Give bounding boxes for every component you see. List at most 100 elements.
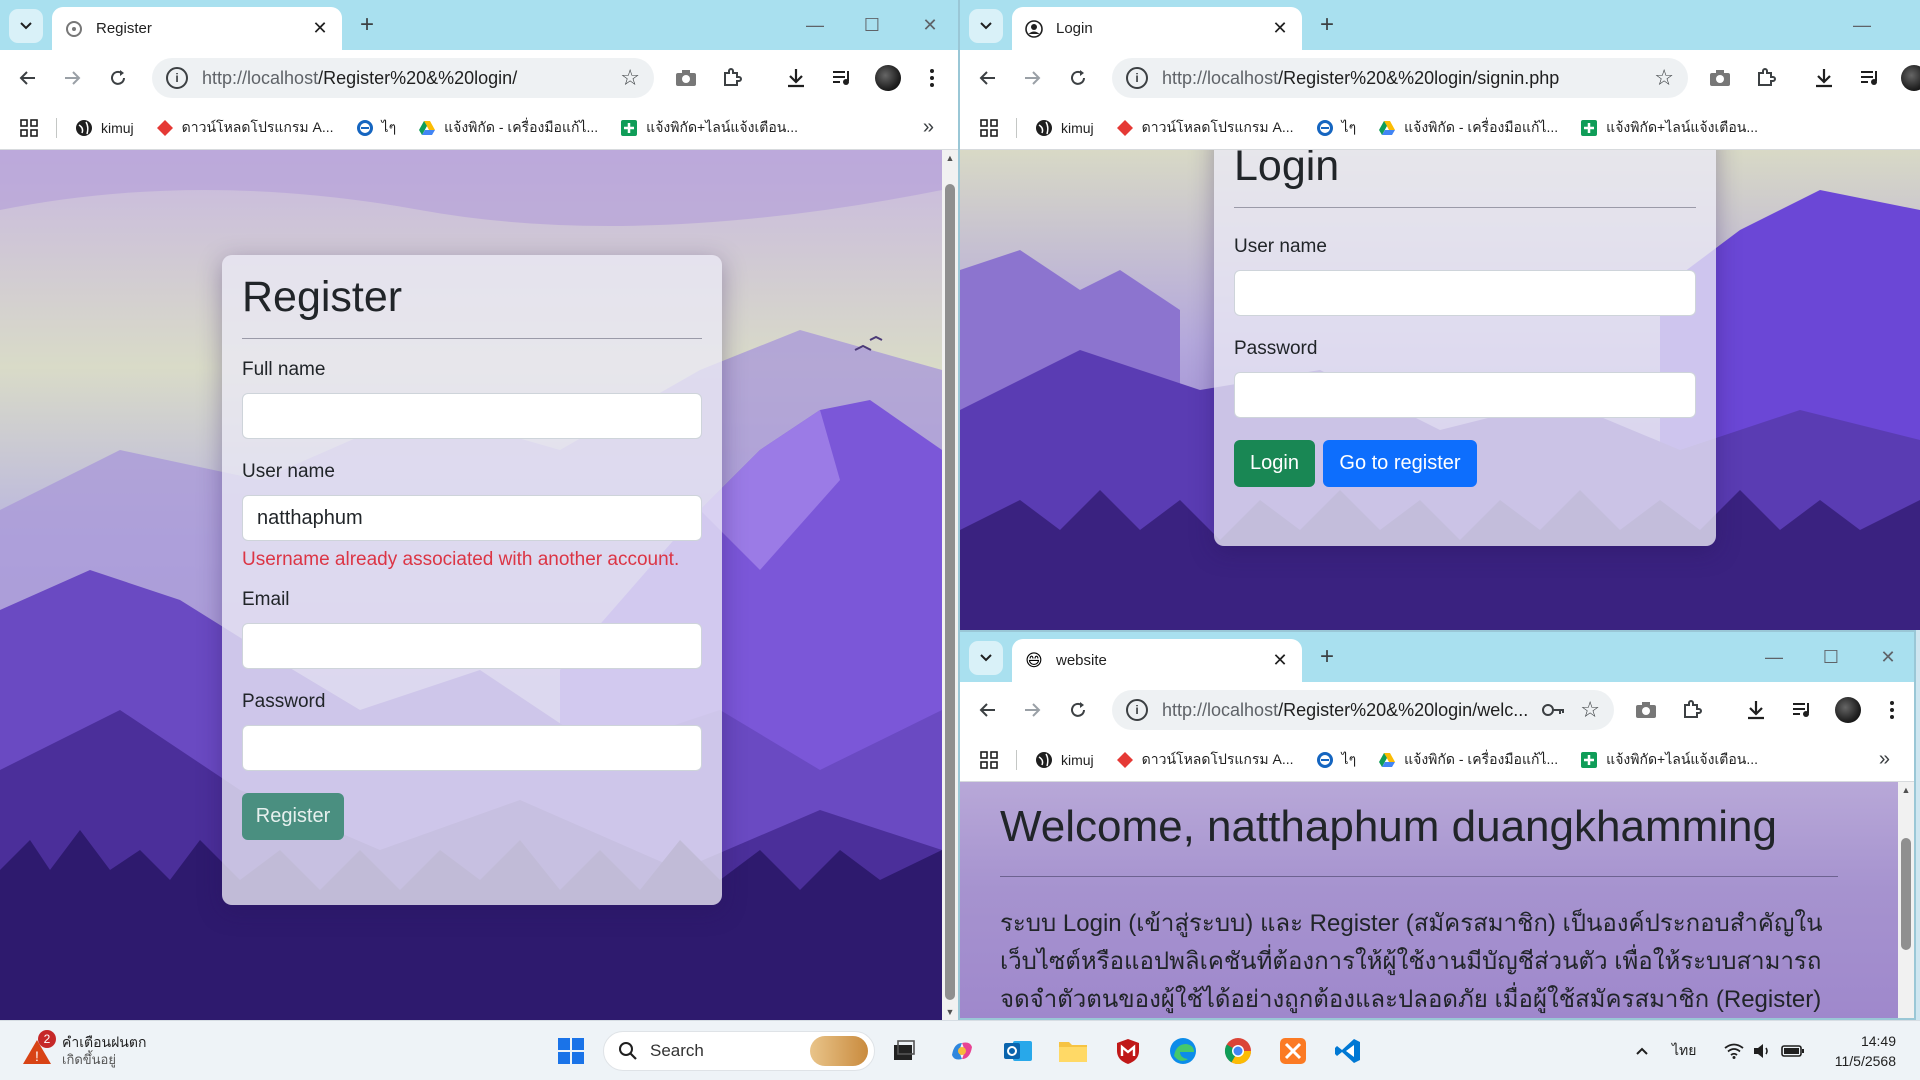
scroll-down-arrow[interactable]: ▼	[942, 1004, 958, 1020]
fullname-input[interactable]	[242, 393, 702, 439]
bookmark-item[interactable]: kimuj	[1035, 751, 1094, 769]
xampp-button[interactable]	[1275, 1033, 1311, 1069]
volume-control[interactable]	[1748, 1037, 1776, 1065]
password-input[interactable]	[1234, 372, 1696, 418]
bookmark-star-icon[interactable]: ☆	[1654, 65, 1674, 91]
more-bookmarks-icon[interactable]: »	[1879, 748, 1890, 771]
apps-grid-icon[interactable]	[20, 118, 38, 137]
back-button[interactable]	[12, 62, 44, 94]
downloads-button[interactable]	[780, 62, 812, 94]
outlook-button[interactable]	[1000, 1033, 1036, 1069]
vscode-button[interactable]	[1330, 1033, 1366, 1069]
profile-button[interactable]	[1832, 694, 1864, 726]
tab-website[interactable]: 😄 website ✕	[1012, 639, 1302, 682]
minimize-button[interactable]: —	[1754, 642, 1794, 672]
profile-button[interactable]	[872, 62, 904, 94]
bookmark-item[interactable]: ไๆ	[1316, 749, 1356, 771]
bookmark-item[interactable]: แจ้งพิกัด+ไลน์แจ้งเตือน...	[1580, 749, 1758, 771]
username-input[interactable]	[1234, 270, 1696, 316]
chrome-button[interactable]	[1220, 1033, 1256, 1069]
extensions-button[interactable]	[716, 62, 748, 94]
vertical-scrollbar[interactable]: ▲	[1898, 782, 1914, 1018]
minimize-button[interactable]: —	[1842, 10, 1882, 40]
register-submit-button[interactable]: Register	[242, 793, 344, 840]
apps-grid-icon[interactable]	[980, 750, 998, 769]
network-status[interactable]	[1720, 1037, 1748, 1065]
bookmark-item[interactable]: kimuj	[1035, 119, 1094, 137]
tab-search-button[interactable]	[969, 9, 1003, 43]
bookmark-item[interactable]: ไๆ	[356, 117, 396, 139]
extensions-button[interactable]	[1676, 694, 1708, 726]
bookmark-item[interactable]: kimuj	[75, 119, 134, 137]
weather-widget[interactable]: ! 2 คำเตือนฝนตก เกิดขึ้นอยู่	[20, 1029, 146, 1073]
close-tab-icon[interactable]: ✕	[310, 18, 330, 39]
address-bar[interactable]: i http://localhost/Register%20&%20login/…	[1112, 58, 1688, 98]
forward-button[interactable]	[1016, 694, 1048, 726]
minimize-button[interactable]: —	[795, 10, 835, 40]
bookmark-item[interactable]: ดาวน์โหลดโปรแกรม A...	[1116, 117, 1294, 139]
clock[interactable]: 14:49 11/5/2568	[1835, 1031, 1896, 1071]
file-explorer-button[interactable]	[1055, 1033, 1091, 1069]
reload-button[interactable]	[1062, 62, 1094, 94]
scroll-up-arrow[interactable]: ▲	[942, 150, 958, 166]
close-window-button[interactable]: ✕	[910, 10, 950, 40]
new-tab-button[interactable]: +	[1312, 642, 1342, 672]
go-to-register-button[interactable]: Go to register	[1323, 440, 1477, 487]
site-info-icon[interactable]: i	[1126, 67, 1148, 89]
bookmark-star-icon[interactable]: ☆	[620, 65, 640, 91]
start-button[interactable]	[553, 1033, 589, 1069]
maximize-button[interactable]: ☐	[1811, 642, 1851, 672]
battery-status[interactable]	[1778, 1037, 1808, 1065]
screenshot-button[interactable]	[1704, 62, 1736, 94]
scroll-thumb[interactable]	[945, 184, 955, 1000]
site-info-icon[interactable]: i	[166, 67, 188, 89]
tab-search-button[interactable]	[969, 641, 1003, 675]
reload-button[interactable]	[102, 62, 134, 94]
username-input[interactable]: natthaphum	[242, 495, 702, 541]
copilot-button[interactable]	[944, 1033, 980, 1069]
bookmark-item[interactable]: ดาวน์โหลดโปรแกรม A...	[1116, 749, 1294, 771]
media-button[interactable]	[1854, 62, 1886, 94]
bookmark-item[interactable]: แจ้งพิกัด+ไลน์แจ้งเตือน...	[1580, 117, 1758, 139]
tab-login[interactable]: Login ✕	[1012, 7, 1302, 50]
back-button[interactable]	[972, 694, 1004, 726]
password-input[interactable]	[242, 725, 702, 771]
menu-button[interactable]	[916, 62, 948, 94]
apps-grid-icon[interactable]	[980, 118, 998, 137]
site-info-icon[interactable]: i	[1126, 699, 1148, 721]
scroll-thumb[interactable]	[1901, 838, 1911, 950]
screenshot-button[interactable]	[1630, 694, 1662, 726]
extensions-button[interactable]	[1750, 62, 1782, 94]
address-bar[interactable]: i http://localhost/Register%20&%20login/…	[152, 58, 654, 98]
mcafee-button[interactable]	[1110, 1033, 1146, 1069]
screenshot-button[interactable]	[670, 62, 702, 94]
downloads-button[interactable]	[1740, 694, 1772, 726]
login-button[interactable]: Login	[1234, 440, 1315, 487]
more-bookmarks-icon[interactable]: »	[923, 116, 934, 139]
address-bar[interactable]: i http://localhost/Register%20&%20login/…	[1112, 690, 1614, 730]
taskbar-search[interactable]: Search	[603, 1031, 875, 1071]
bookmark-item[interactable]: ไๆ	[1316, 117, 1356, 139]
vertical-scrollbar[interactable]: ▲ ▼	[942, 150, 958, 1020]
media-button[interactable]	[826, 62, 858, 94]
reload-button[interactable]	[1062, 694, 1094, 726]
forward-button[interactable]	[1016, 62, 1048, 94]
task-view-button[interactable]	[888, 1035, 920, 1067]
language-indicator[interactable]: ไทย	[1672, 1039, 1696, 1063]
bookmark-item[interactable]: แจ้งพิกัด+ไลน์แจ้งเตือน...	[620, 117, 798, 139]
close-tab-icon[interactable]: ✕	[1270, 650, 1290, 671]
close-window-button[interactable]: ✕	[1868, 642, 1908, 672]
downloads-button[interactable]	[1808, 62, 1840, 94]
new-tab-button[interactable]: +	[352, 10, 382, 40]
close-tab-icon[interactable]: ✕	[1270, 18, 1290, 39]
back-button[interactable]	[972, 62, 1004, 94]
bookmark-item[interactable]: ดาวน์โหลดโปรแกรม A...	[156, 117, 334, 139]
tab-search-button[interactable]	[9, 9, 43, 43]
new-tab-button[interactable]: +	[1312, 10, 1342, 40]
edge-button[interactable]	[1165, 1033, 1201, 1069]
menu-button[interactable]	[1876, 694, 1908, 726]
email-input[interactable]	[242, 623, 702, 669]
show-hidden-icons-button[interactable]	[1628, 1037, 1656, 1065]
bookmark-item[interactable]: แจ้งพิกัด - เครื่องมือแก้ไ...	[1378, 749, 1558, 771]
key-icon[interactable]	[1542, 703, 1566, 717]
